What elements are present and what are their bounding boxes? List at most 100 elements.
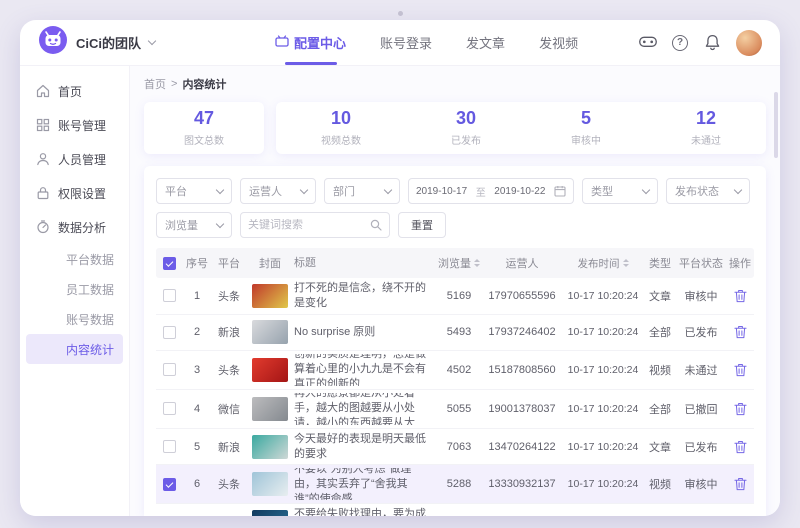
reset-button[interactable]: 重置 <box>398 212 446 238</box>
row-checkbox[interactable] <box>163 402 176 415</box>
operator-select[interactable]: 运营人 <box>240 178 316 204</box>
delete-button[interactable] <box>734 440 747 454</box>
sidebar-subitem-platform-data[interactable]: 平台数据 <box>26 244 123 274</box>
col-label: 发布时间 <box>578 256 620 271</box>
stat-value: 5 <box>571 109 601 129</box>
row-views: 7063 <box>436 441 482 453</box>
team-switcher[interactable]: CiCi的团队 <box>38 25 155 60</box>
content-panel: 平台 运营人 部门 2019-10-17 至 2019-10-22 <box>144 166 766 516</box>
row-checkbox[interactable] <box>163 478 176 491</box>
department-select[interactable]: 部门 <box>324 178 400 204</box>
publish-status-select[interactable]: 发布状态 <box>666 178 750 204</box>
scrollbar-thumb[interactable] <box>774 92 778 158</box>
sidebar-item-analytics[interactable]: 数据分析 <box>20 210 129 244</box>
row-platform: 头条 <box>212 476 246 492</box>
delete-button[interactable] <box>734 325 747 339</box>
sidebar-item-permissions[interactable]: 权限设置 <box>20 176 129 210</box>
sidebar-subitem-content-stats[interactable]: 内容统计 <box>26 334 123 364</box>
delete-button[interactable] <box>734 289 747 303</box>
row-checkbox[interactable] <box>163 363 176 376</box>
tab-publish-article[interactable]: 发文章 <box>466 20 505 65</box>
search-icon[interactable] <box>370 219 382 231</box>
table-row[interactable]: 7 百家 不要给失败找理由，要为成功找方向 2347 13129574512 1… <box>156 504 754 516</box>
table-row[interactable]: 3 头条 创新的实质是理明，总是做算着心里的小九九是不会有真正的创新的 4502… <box>156 351 754 390</box>
gauge-icon <box>36 220 50 234</box>
tab-account-login[interactable]: 账号登录 <box>380 20 432 65</box>
stat-card-total-articles: 47 图文总数 <box>144 102 264 154</box>
calendar-icon <box>554 185 566 197</box>
sort-icon[interactable] <box>623 259 629 267</box>
row-checkbox[interactable] <box>163 440 176 453</box>
row-time: 10-17 10:20:24 <box>562 478 644 490</box>
sidebar-subitem-account-data[interactable]: 账号数据 <box>26 304 123 334</box>
row-type: 全部 <box>644 514 676 516</box>
chevron-down-icon <box>216 219 224 227</box>
table-row[interactable]: 4 微信 再大的愿景都是从小处着手，越大的图越要从小处请，越小的东西越要从大 5… <box>156 390 754 429</box>
sidebar-item-home[interactable]: 首页 <box>20 74 129 108</box>
sidebar-sublabel: 账号数据 <box>66 311 114 328</box>
topbar: CiCi的团队 配置中心 账号登录 发文章 发视频 <box>20 20 780 66</box>
app-window: CiCi的团队 配置中心 账号登录 发文章 发视频 <box>20 20 780 516</box>
row-type: 全部 <box>644 401 676 417</box>
row-title: 不要给失败找理由，要为成功找方向 <box>294 507 436 516</box>
date-range-picker[interactable]: 2019-10-17 至 2019-10-22 <box>408 178 574 204</box>
help-icon[interactable]: ? <box>672 35 688 51</box>
row-platform: 百家 <box>212 514 246 516</box>
sidebar-sublabel: 员工数据 <box>66 281 114 298</box>
col-action: 操作 <box>726 255 754 271</box>
table-row[interactable]: 6 头条 不要以“为别人考虑”做理由，其实丢弃了“舍我其谁”的使命感 5288 … <box>156 465 754 504</box>
platform-select[interactable]: 平台 <box>156 178 232 204</box>
row-type: 视频 <box>644 362 676 378</box>
stat-card-group: 10 视频总数 30 已发布 5 审核中 12 未通过 <box>276 102 766 154</box>
breadcrumb: 首页 > 内容统计 <box>144 76 766 92</box>
row-time: 10-17 10:20:24 <box>562 364 644 376</box>
delete-button[interactable] <box>734 515 747 516</box>
stat-label: 图文总数 <box>184 132 224 147</box>
delete-button[interactable] <box>734 363 747 377</box>
row-cover <box>252 397 288 421</box>
sidebar-label: 首页 <box>58 83 82 100</box>
select-all-checkbox[interactable] <box>163 257 176 270</box>
col-operator: 运营人 <box>482 255 562 271</box>
tab-label: 账号登录 <box>380 33 432 52</box>
chevron-down-icon <box>216 185 224 193</box>
breadcrumb-home[interactable]: 首页 <box>144 76 166 92</box>
row-status: 未通过 <box>676 362 726 378</box>
type-select[interactable]: 类型 <box>582 178 658 204</box>
bell-icon[interactable] <box>703 34 721 52</box>
stat-value: 30 <box>451 109 481 129</box>
tab-config-center[interactable]: 配置中心 <box>275 20 346 65</box>
table-row[interactable]: 2 新浪 No surprise 原则 5493 17937246402 10-… <box>156 315 754 351</box>
row-operator: 13470264122 <box>482 441 562 453</box>
chevron-down-icon <box>384 185 392 193</box>
table-row[interactable]: 5 新浪 今天最好的表现是明天最低的要求 7063 13470264122 10… <box>156 429 754 466</box>
console-icon[interactable] <box>639 34 657 52</box>
sidebar-subitem-staff-data[interactable]: 员工数据 <box>26 274 123 304</box>
delete-button[interactable] <box>734 477 747 491</box>
row-checkbox[interactable] <box>163 289 176 302</box>
table-row[interactable]: 1 头条 打不死的是信念，绕不开的是变化 5169 17970655596 10… <box>156 278 754 315</box>
col-time[interactable]: 发布时间 <box>562 256 644 271</box>
keyword-search-input[interactable] <box>248 219 370 231</box>
trash-icon <box>734 289 747 303</box>
sidebar-item-accounts[interactable]: 账号管理 <box>20 108 129 142</box>
sidebar-item-members[interactable]: 人员管理 <box>20 142 129 176</box>
row-checkbox[interactable] <box>163 326 176 339</box>
tab-publish-video[interactable]: 发视频 <box>539 20 578 65</box>
col-views[interactable]: 浏览量 <box>436 255 482 271</box>
row-views: 5493 <box>436 326 482 338</box>
trash-icon <box>734 440 747 454</box>
row-type: 文章 <box>644 439 676 455</box>
row-operator: 19001378037 <box>482 403 562 415</box>
row-type: 全部 <box>644 324 676 340</box>
main-content: 首页 > 内容统计 47 图文总数 10 视频总数 3 <box>130 66 780 516</box>
views-select[interactable]: 浏览量 <box>156 212 232 238</box>
row-time: 10-17 10:20:24 <box>562 326 644 338</box>
delete-button[interactable] <box>734 402 747 416</box>
sidebar-label: 权限设置 <box>58 185 106 202</box>
row-index: 6 <box>182 478 212 490</box>
row-platform: 微信 <box>212 401 246 417</box>
sort-icon[interactable] <box>474 259 480 267</box>
user-avatar[interactable] <box>736 30 762 56</box>
filter-row-2: 浏览量 重置 <box>156 212 754 238</box>
